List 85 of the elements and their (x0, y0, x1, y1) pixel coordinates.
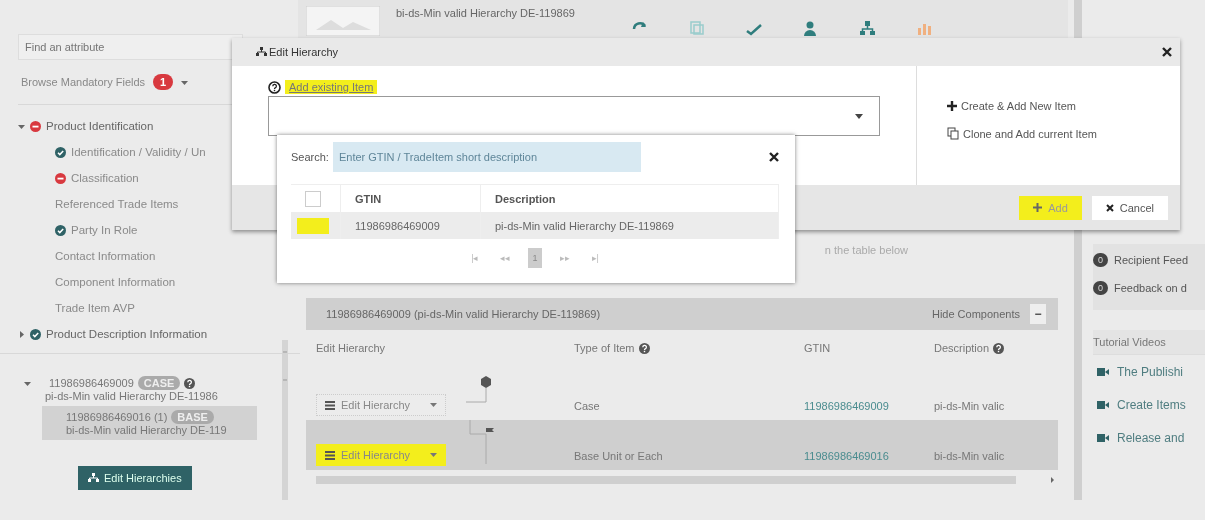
plus-icon (947, 101, 957, 111)
gtin-link[interactable]: 11986986469016 (804, 450, 889, 462)
edit-hierarchy-dropdown[interactable]: Edit Hierarchy (316, 444, 447, 466)
hide-components-label: Hide Components (931, 308, 1020, 320)
type-badge: CASE (137, 376, 181, 390)
mandatory-fields-link[interactable]: Browse Mandatory Fields (21, 76, 146, 88)
tree-item[interactable]: Trade Item AVP (55, 302, 135, 314)
tree-item[interactable]: Product Description Information (46, 328, 208, 340)
type-badge: BASE (171, 410, 214, 424)
hierarchy-node[interactable]: 11986986469009 CASE pi-ds-Min valid Hierarchy DE-11986 (24, 372, 256, 406)
section-title: Tutorial Videos (1093, 330, 1205, 355)
search-field[interactable]: Find an attribute (18, 34, 243, 60)
item-title: bi-ds-Min valid Hierarchy DE-119869 (396, 7, 575, 19)
page-button[interactable]: |◂ (467, 248, 483, 268)
cancel-button[interactable]: Cancel (1091, 195, 1168, 220)
video-camera-icon (1097, 400, 1109, 409)
tree-item[interactable]: Classification (71, 172, 139, 184)
table-cell: Base Unit or Each (574, 450, 663, 462)
plus-icon (1033, 203, 1043, 212)
count-badge: 1 (153, 74, 174, 90)
checkbox[interactable] (305, 190, 321, 207)
video-link[interactable]: Release and (1117, 430, 1185, 445)
close-icon[interactable] (1162, 47, 1172, 57)
gtin-link[interactable]: 11986986469009 (804, 400, 889, 412)
edit-hierarchy-dropdown[interactable]: Edit Hierarchy (316, 394, 447, 416)
table-cell: bi-ds-Min valic (934, 450, 1005, 462)
hierarchy-icon (88, 473, 99, 483)
close-icon (1105, 203, 1114, 212)
column-header: Description (934, 342, 990, 354)
page-button[interactable]: 1 (528, 248, 542, 268)
column-header: Edit Hierarchy (316, 342, 386, 354)
hierarchy-icon (256, 47, 267, 57)
table-cell: pi-ds-Min valid Hierarchy DE-119869 (495, 219, 674, 232)
edit-hierarchies-button[interactable]: Edit Hierarchies (78, 466, 192, 490)
table-cell: 11986986469009 (355, 219, 440, 232)
search-field[interactable]: Enter GTIN / TradeItem short description (332, 142, 641, 172)
panel-title: 11986986469009 (pi-ds-Min valid Hierarchy DE-119869) (326, 308, 601, 320)
gtin-text: 11986986469009 (49, 377, 134, 389)
list-icon (325, 450, 335, 460)
count-badge: 0 (1093, 253, 1108, 267)
column-header: GTIN (355, 192, 382, 205)
tree-item[interactable]: Component Information (55, 276, 176, 288)
clone-icon (947, 127, 959, 140)
column-header: GTIN (804, 342, 831, 354)
collapse-button[interactable]: − (1030, 304, 1046, 324)
item-description: pi-ds-Min valid Hierarchy DE-11986 (44, 390, 219, 402)
tree-item[interactable]: Referenced Trade Items (55, 198, 179, 210)
table-cell: Case (574, 400, 600, 412)
tree-item[interactable]: Product Identification (46, 120, 154, 132)
caret-icon (855, 113, 863, 119)
count-badge: 0 (1093, 281, 1108, 295)
user-icon[interactable] (801, 20, 819, 36)
add-existing-item-link[interactable]: Add existing Item (285, 80, 378, 94)
gtin-text: 11986986469016 (1) (66, 411, 168, 423)
checkbox[interactable] (297, 217, 329, 234)
page-button[interactable]: ▸▸ (555, 248, 574, 268)
column-header: Type of Item (574, 342, 635, 354)
column-header: Description (495, 192, 556, 205)
search-label: Search: (291, 151, 329, 163)
hint-text: n the table below (824, 244, 908, 256)
feedback-link[interactable]: Recipient Feed (1114, 254, 1188, 266)
video-link[interactable]: Create Items (1117, 397, 1186, 412)
hierarchy-node[interactable]: 11986986469016 (1) BASE bi-ds-Min valid Hierarchy DE-119 (42, 406, 257, 440)
page-button[interactable]: ◂◂ (496, 248, 515, 268)
caret-icon (430, 402, 438, 408)
caret-icon (181, 78, 189, 86)
item-description: bi-ds-Min valid Hierarchy DE-119 (66, 424, 228, 436)
hierarchy-icon[interactable] (858, 20, 876, 36)
add-button[interactable]: Add (1019, 195, 1082, 220)
video-camera-icon (1097, 433, 1109, 442)
action-link[interactable]: Clone and Add current Item (947, 127, 1097, 140)
action-link[interactable]: Create & Add New Item (947, 100, 1097, 112)
caret-icon (430, 452, 438, 458)
video-camera-icon (1097, 367, 1109, 376)
dialog-title: Edit Hierarchy (269, 46, 339, 58)
list-icon (325, 400, 335, 410)
table-cell: pi-ds-Min valic (934, 400, 1005, 412)
page-button[interactable]: ▸| (587, 248, 603, 268)
help-icon (268, 80, 281, 94)
close-icon[interactable] (769, 152, 779, 162)
tree-item[interactable]: Identification / Validity / Un (71, 146, 206, 158)
tree-item[interactable]: Contact Information (55, 250, 156, 262)
video-link[interactable]: The Publishi (1117, 364, 1184, 379)
tree-item[interactable]: Party In Role (71, 224, 138, 236)
feedback-link[interactable]: Feedback on d (1114, 282, 1187, 294)
